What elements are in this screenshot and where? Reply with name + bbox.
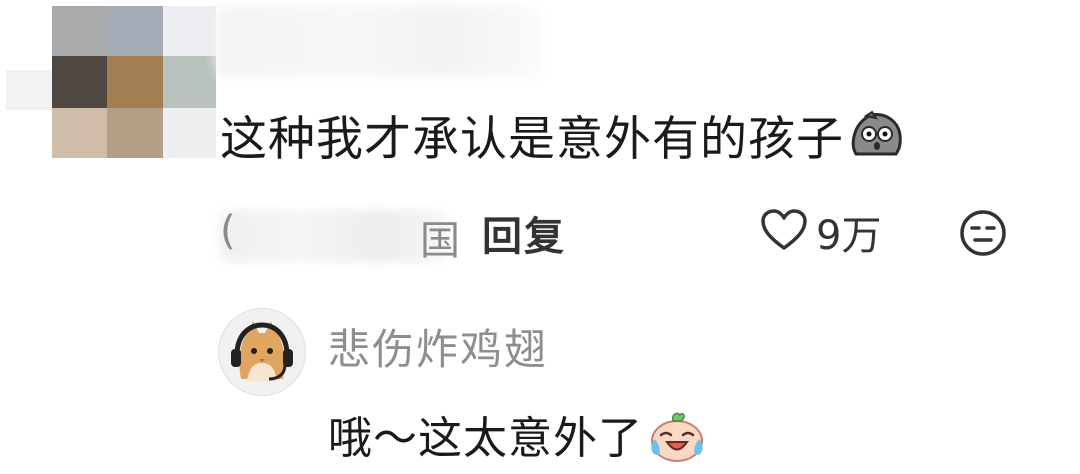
- mosaic-cell: [163, 6, 216, 56]
- like-count: 9万: [816, 213, 882, 259]
- crying-laughing-emoji-icon: [647, 409, 707, 474]
- reply-item: 悲伤炸鸡翅 哦～这太意外了: [218, 308, 1068, 468]
- heart-icon: [760, 208, 808, 256]
- mosaic-cell: [52, 6, 107, 56]
- blurred-avatar[interactable]: [0, 0, 216, 160]
- blurred-username: [216, 6, 541, 76]
- neutral-face-icon: [958, 210, 1008, 262]
- rock-face-emoji-icon: [848, 110, 904, 175]
- cat-with-headset-icon: [219, 309, 305, 395]
- reply-button[interactable]: 回复: [482, 204, 566, 262]
- reply-avatar[interactable]: [218, 308, 306, 396]
- mosaic-cell: [163, 56, 216, 108]
- mosaic-cell: [107, 56, 163, 108]
- meta-location-tail: 国: [420, 218, 460, 264]
- reply-body: 哦～这太意外了: [328, 413, 643, 464]
- emoji-reaction-button[interactable]: [958, 208, 1008, 262]
- reply-text: 哦～这太意外了: [328, 402, 707, 474]
- mosaic-cell: [107, 108, 163, 158]
- reply-author-name[interactable]: 悲伤炸鸡翅: [328, 316, 548, 377]
- mosaic-cell: [107, 6, 163, 56]
- like-button[interactable]: 9万: [760, 204, 881, 260]
- blurred-meta-info: [220, 210, 450, 262]
- comment-meta-row: ( 国 回复 9万: [220, 200, 1060, 264]
- mosaic-cell: [163, 108, 216, 158]
- mosaic-cell: [6, 70, 52, 110]
- meta-paren: (: [220, 208, 236, 254]
- mosaic-cell: [52, 56, 107, 108]
- comment-body: 这种我才承认是意外有的孩子: [220, 112, 844, 167]
- comment-text: 这种我才承认是意外有的孩子: [220, 110, 904, 175]
- mosaic-cell: [52, 108, 107, 158]
